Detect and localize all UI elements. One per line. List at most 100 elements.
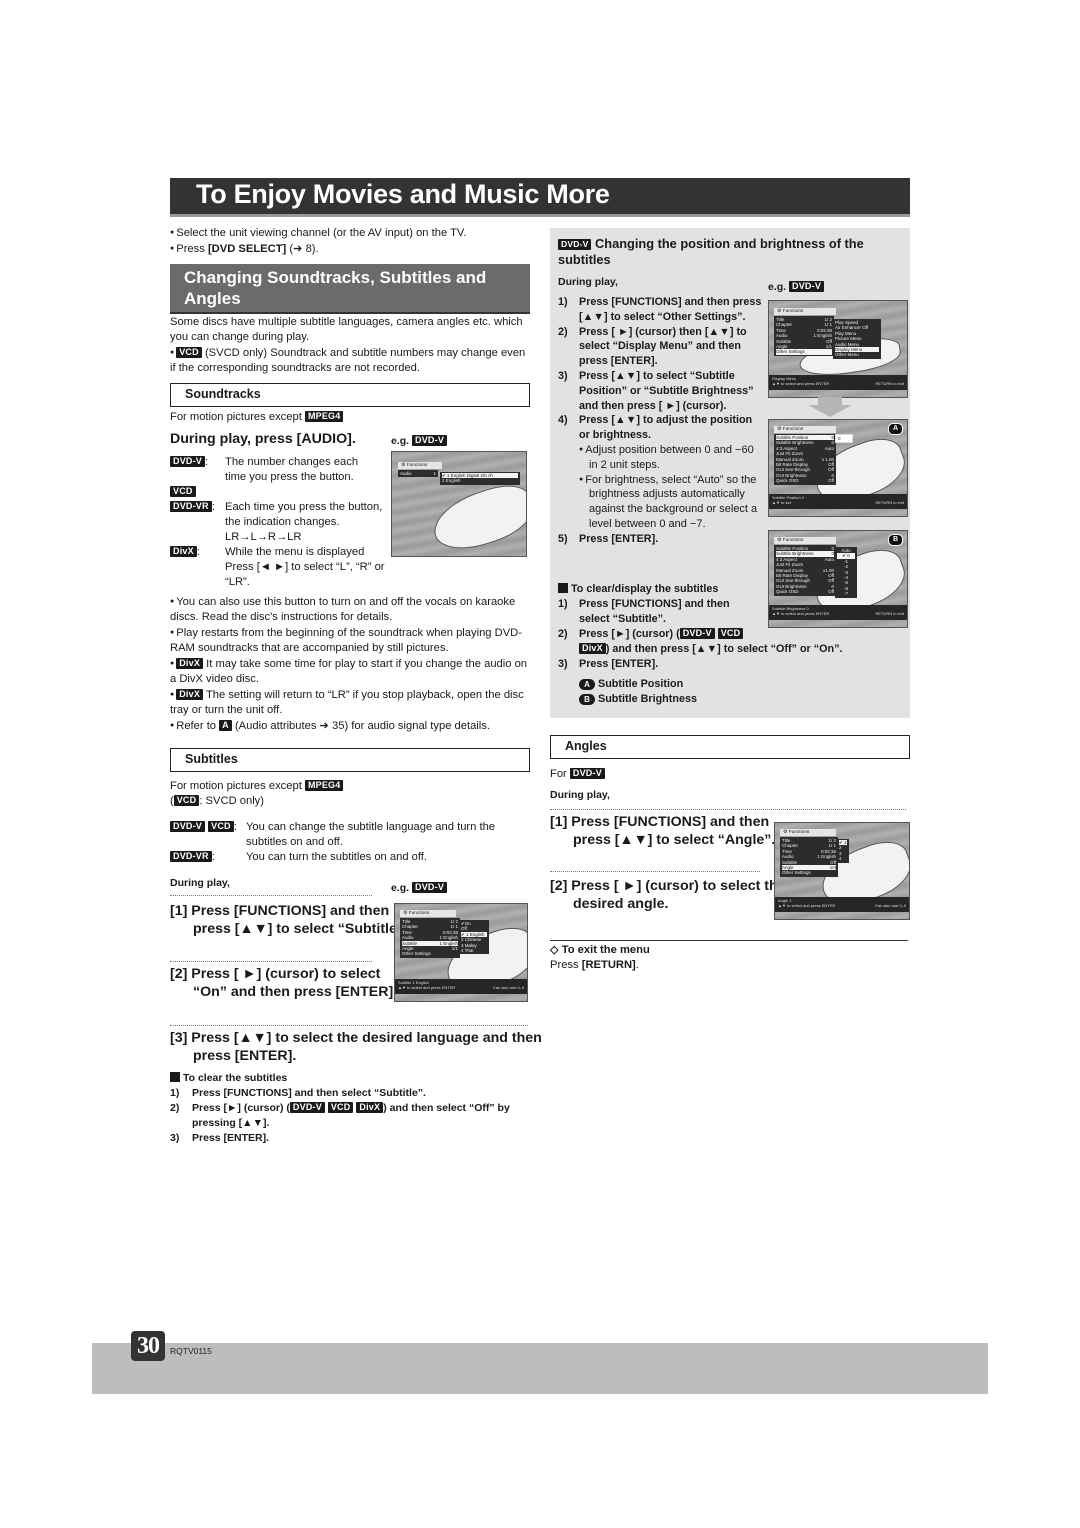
exit-menu-note: ◇ To exit the menu Press [RETURN].: [550, 943, 650, 973]
step-num: 2): [558, 628, 568, 640]
legend-item: B Subtitle Brightness: [558, 692, 903, 707]
item-text: You can turn the subtitles on and off.: [246, 851, 427, 863]
menu-value: 1: [433, 471, 436, 476]
step-text: Press [FUNCTIONS] and then press [▲▼] to…: [579, 296, 762, 323]
angle-step-2: [2] Press [ ►] (cursor) to select the de…: [550, 878, 786, 912]
functions-menu: Title 1/ 2 Chapter 1/ 1 Time 0:02:36 Audio 1 En…: [774, 316, 834, 356]
step4-bullets: Adjust position between 0 and −60 in 2 u…: [558, 443, 763, 532]
functions-tab: ⚙ Functions: [774, 426, 836, 433]
menu-value: 1/4: [829, 865, 836, 871]
subtitle-item: DVD-VR: You can turn the subtitles on an…: [170, 850, 530, 865]
menu-value: 1/1: [825, 344, 832, 350]
menu-label: Audio: [400, 471, 412, 476]
legend-label: Subtitle Position: [598, 678, 684, 690]
step-text: Press [►] (cursor) (: [579, 628, 680, 640]
menu-label: Bit Rate Display: [776, 462, 809, 468]
section-desc-text: Some discs have multiple subtitle langua…: [170, 316, 523, 343]
step-text: Press [ENTER].: [579, 532, 659, 545]
menu-label: Angle: [776, 344, 788, 350]
step-text: Press [▲▼] to select “Subtitle Position”…: [579, 369, 754, 412]
badge-vcd: VCD: [327, 1102, 354, 1113]
functions-tab: ⚙ Functions: [774, 537, 836, 544]
page-title-bar: To Enjoy Movies and Music More: [170, 178, 910, 217]
menu-label: Chapter: [782, 843, 799, 849]
menu-label: Quick OSD: [776, 589, 799, 595]
during-play-label: During play,: [550, 789, 610, 801]
position-slider[interactable]: 0: [835, 434, 853, 444]
screen-marker-a: A: [888, 423, 903, 435]
pb-step: 3) Press [▲▼] to select “Subtitle Positio…: [558, 369, 763, 413]
display-menu: Subtitle Position 0 Subtitle Brightness 0 4:…: [774, 434, 836, 485]
menu-option: Other Menu: [835, 352, 859, 358]
exit-text: Press [RETURN].: [550, 958, 650, 973]
pb-step: 2) Press [ ►] (cursor) then [▲▼] to selec…: [558, 325, 763, 369]
badge-dvdv: DVD-V: [170, 456, 206, 467]
divider: [170, 961, 372, 962]
step-num: 3): [558, 369, 568, 382]
eg-label: e.g. DVD-V: [768, 281, 825, 293]
angles-for: For DVD-V: [550, 767, 605, 782]
clear-step: 2) Press [►] (cursor) (DVD-V VCD DivX) and…: [558, 627, 903, 657]
menu-label: Title: [776, 317, 785, 322]
angles-heading-box: Angles: [550, 735, 910, 759]
hint-text: ▲▼ to select and press ENTER: [398, 985, 456, 990]
pb-step: 1) Press [FUNCTIONS] and then press [▲▼] …: [558, 295, 763, 325]
subtitle-brightness-screen-image: B ⚙ Functions Subtitle Position 0 Subtitle…: [768, 530, 908, 628]
subtitles-items: DVD-V VCD: You can change the subtitle l…: [170, 820, 530, 865]
functions-label: Functions: [782, 309, 804, 314]
menu-option: 4: [839, 856, 842, 862]
step-num: 2): [170, 1102, 180, 1114]
badge-dvdv: DVD-V: [679, 628, 715, 639]
badge-mpeg4: MPEG4: [304, 780, 344, 791]
badge-a: A: [219, 720, 232, 731]
step-text: ) and then press [▲▼] to select “Off” or…: [605, 643, 843, 655]
menu-label: Other Settings: [782, 870, 811, 876]
note: Play restarts from the beginning of the …: [170, 625, 530, 656]
step-num: 3): [558, 658, 568, 670]
badge-dvdv: DVD-V: [412, 435, 448, 446]
soundtrack-item: DivX: While the menu is displayed Press …: [170, 545, 390, 590]
note: DivX It may take some time for play to s…: [170, 656, 530, 687]
menu-label: Audio: [782, 854, 794, 860]
menu-label: GUI Brightness: [776, 472, 807, 478]
menu-label: Chapter: [776, 322, 793, 328]
pb-step: 4) Press [▲▼] to adjust the position or b…: [558, 413, 763, 443]
display-submenu: Play Speed Air Enhancer Off Play Menu Pictu…: [833, 319, 881, 359]
vcd-note: VCD (SVCD only) Soundtrack and subtitle …: [170, 345, 530, 376]
menu-value: Auto: [824, 556, 834, 562]
step-num: 3): [170, 1132, 180, 1144]
functions-label: Functions: [406, 463, 428, 468]
clear-step: 3) Press [ENTER].: [170, 1131, 530, 1146]
document-code: RQTV0115: [170, 1346, 212, 1356]
hint-right: RETURN to exit: [875, 500, 904, 505]
menu-label: Chapter: [402, 924, 419, 930]
badge-dvdv: DVD-V: [558, 239, 592, 250]
exit-text-a: Press: [550, 959, 582, 971]
menu-label: Subtitle Brightness: [776, 551, 814, 557]
divider: [550, 809, 906, 810]
step-num: 1): [170, 1087, 180, 1099]
pb-step: 5) Press [ENTER].: [558, 532, 763, 547]
badge-vcd: VCD: [208, 821, 234, 832]
divider: [550, 871, 760, 872]
exit-heading: ◇ To exit the menu: [550, 943, 650, 958]
badge-vcd: VCD: [717, 628, 744, 639]
heading-text: Changing the position and brightness of …: [558, 236, 864, 267]
return-key: [RETURN]: [581, 959, 636, 971]
menu-label: GUI See-through: [776, 578, 811, 584]
menu-label: Other Settings: [776, 349, 805, 355]
menu-label: Bit Rate Display: [776, 573, 809, 579]
subtitle-position-screen-image: A ⚙ Functions Subtitle Position 0 Subtitle…: [768, 419, 908, 517]
hint-text: ▲▼ to set: [772, 500, 791, 505]
hint-right: RETURN to exit: [875, 381, 904, 386]
audio-instruction: During play, press [AUDIO].: [170, 431, 356, 447]
status-bar: Display Menu ▲▼ to select and press ENTE…: [769, 375, 907, 390]
functions-tab: ⚙ Functions: [400, 910, 456, 917]
hint-text: ▲▼ to select and press ENTER: [772, 381, 830, 386]
angle-step-1: [1] Press [FUNCTIONS] and then press [▲▼…: [550, 814, 776, 848]
eg-text: e.g.: [768, 281, 787, 293]
note-text: The setting will return to “LR” if you s…: [170, 689, 524, 716]
badge-divx: DivX: [579, 643, 606, 654]
functions-label: Functions: [782, 538, 804, 543]
clear-step: 1) Press [FUNCTIONS] and then select “Sub…: [170, 1086, 530, 1101]
